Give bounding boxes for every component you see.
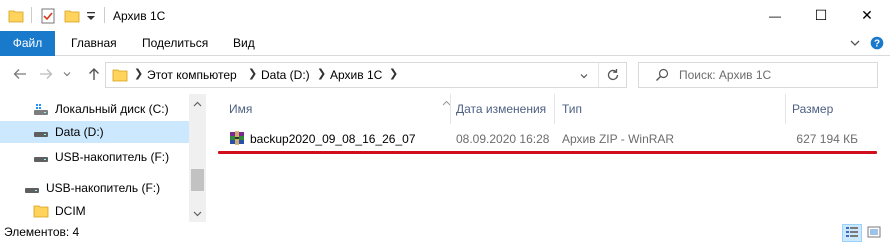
status-bar: Элементов: 4 xyxy=(0,222,890,244)
nav-item-dcim[interactable]: DCIM xyxy=(0,200,189,222)
chevron-down-icon xyxy=(62,68,72,82)
column-header-type[interactable]: Тип xyxy=(562,102,582,116)
large-icons-view-button[interactable] xyxy=(864,224,884,242)
arrow-right-icon xyxy=(38,66,54,85)
folder-icon xyxy=(8,8,24,27)
minimize-button[interactable]: — xyxy=(752,0,798,31)
divider xyxy=(104,7,105,23)
divider xyxy=(598,63,599,87)
minimize-icon: — xyxy=(769,8,781,23)
customize-toolbar-icon[interactable] xyxy=(85,8,97,27)
file-list: Имя Дата изменения Тип Размер backup2020… xyxy=(207,94,890,222)
new-folder-icon[interactable] xyxy=(64,8,80,27)
search-icon xyxy=(655,68,669,85)
recent-locations-button[interactable] xyxy=(61,66,73,84)
tab-view[interactable]: Вид xyxy=(233,31,255,56)
breadcrumb-separator-icon[interactable]: ❯ xyxy=(134,67,143,80)
file-type: Архив ZIP - WinRAR xyxy=(562,132,675,146)
large-icons-view-icon xyxy=(867,226,881,241)
details-view-icon xyxy=(845,226,859,241)
file-name[interactable]: backup2020_09_08_16_26_07 xyxy=(250,132,416,146)
file-date: 08.09.2020 16:28 xyxy=(456,132,550,146)
column-header-date[interactable]: Дата изменения xyxy=(456,102,546,116)
scroll-down-icon[interactable] xyxy=(193,207,202,221)
breadcrumb-archive-1c[interactable]: Архив 1С xyxy=(330,68,382,82)
drive-icon xyxy=(33,124,49,147)
properties-icon[interactable] xyxy=(40,8,56,27)
folder-icon xyxy=(112,67,128,86)
address-row: ❯ Этот компьютер ❯ Data (D:) ❯ Архив 1С … xyxy=(0,56,890,94)
file-size: 627 194 КБ xyxy=(796,132,858,146)
breadcrumb-data-d[interactable]: Data (D:) xyxy=(261,68,310,82)
nav-item-label: Data (D:) xyxy=(55,125,104,139)
divider xyxy=(31,7,32,23)
maximize-icon: ☐ xyxy=(814,7,828,23)
breadcrumb-this-pc[interactable]: Этот компьютер xyxy=(147,68,237,82)
breadcrumb-separator-icon[interactable]: ❯ xyxy=(317,67,326,80)
tab-home[interactable]: Главная xyxy=(71,31,117,56)
breadcrumb-separator-icon[interactable]: ❯ xyxy=(248,67,257,80)
close-button[interactable]: ✕ xyxy=(844,0,890,31)
nav-item-data-d[interactable]: Data (D:) xyxy=(0,121,189,143)
address-bar[interactable]: ❯ Этот компьютер ❯ Data (D:) ❯ Архив 1С … xyxy=(105,62,627,88)
nav-item-local-disk-c[interactable]: Локальный диск (C:) xyxy=(0,98,189,120)
scroll-up-icon[interactable] xyxy=(193,98,202,112)
navigation-pane: Локальный диск (C:) Data (D:) USB-накопи… xyxy=(0,94,207,222)
highlight-underline xyxy=(218,151,877,154)
help-icon[interactable]: ? xyxy=(870,36,884,50)
winrar-archive-icon xyxy=(229,130,245,149)
breadcrumb-separator-icon[interactable]: ❯ xyxy=(389,67,398,80)
nav-item-label: USB-накопитель (F:) xyxy=(55,150,170,164)
column-divider[interactable] xyxy=(450,94,451,124)
expand-ribbon-icon[interactable] xyxy=(848,36,862,50)
nav-item-usb-f-tree[interactable]: USB-накопитель (F:) xyxy=(0,177,189,199)
window-title: Архив 1С xyxy=(113,9,166,23)
address-dropdown-icon[interactable] xyxy=(579,70,589,84)
nav-item-usb-f[interactable]: USB-накопитель (F:) xyxy=(0,146,189,168)
up-button[interactable] xyxy=(85,66,103,84)
usb-drive-icon xyxy=(33,149,49,172)
column-divider[interactable] xyxy=(785,94,786,124)
arrow-left-icon xyxy=(12,66,28,85)
close-icon: ✕ xyxy=(861,7,873,23)
title-bar: Архив 1С — ☐ ✕ xyxy=(0,0,890,31)
item-count: Элементов: 4 xyxy=(4,225,80,239)
nav-item-label: Локальный диск (C:) xyxy=(55,102,169,116)
arrow-up-icon xyxy=(86,66,102,85)
back-button[interactable] xyxy=(11,66,29,84)
column-divider[interactable] xyxy=(554,94,555,124)
column-header-size[interactable]: Размер xyxy=(792,102,833,116)
forward-button[interactable] xyxy=(37,66,55,84)
nav-item-label: DCIM xyxy=(55,204,86,218)
tab-share[interactable]: Поделиться xyxy=(142,31,208,56)
tab-file[interactable]: Файл xyxy=(0,31,55,56)
svg-text:?: ? xyxy=(874,39,880,50)
details-view-button[interactable] xyxy=(842,224,862,242)
nav-item-label: USB-накопитель (F:) xyxy=(46,181,161,195)
scroll-thumb[interactable] xyxy=(191,169,204,191)
search-box[interactable] xyxy=(638,62,878,88)
maximize-button[interactable]: ☐ xyxy=(798,0,844,31)
search-input[interactable] xyxy=(679,67,869,83)
refresh-icon[interactable] xyxy=(605,67,621,86)
column-header-name[interactable]: Имя xyxy=(229,102,252,116)
ribbon-tabs: Файл Главная Поделиться Вид ? xyxy=(0,31,890,56)
nav-scrollbar[interactable] xyxy=(189,94,206,222)
